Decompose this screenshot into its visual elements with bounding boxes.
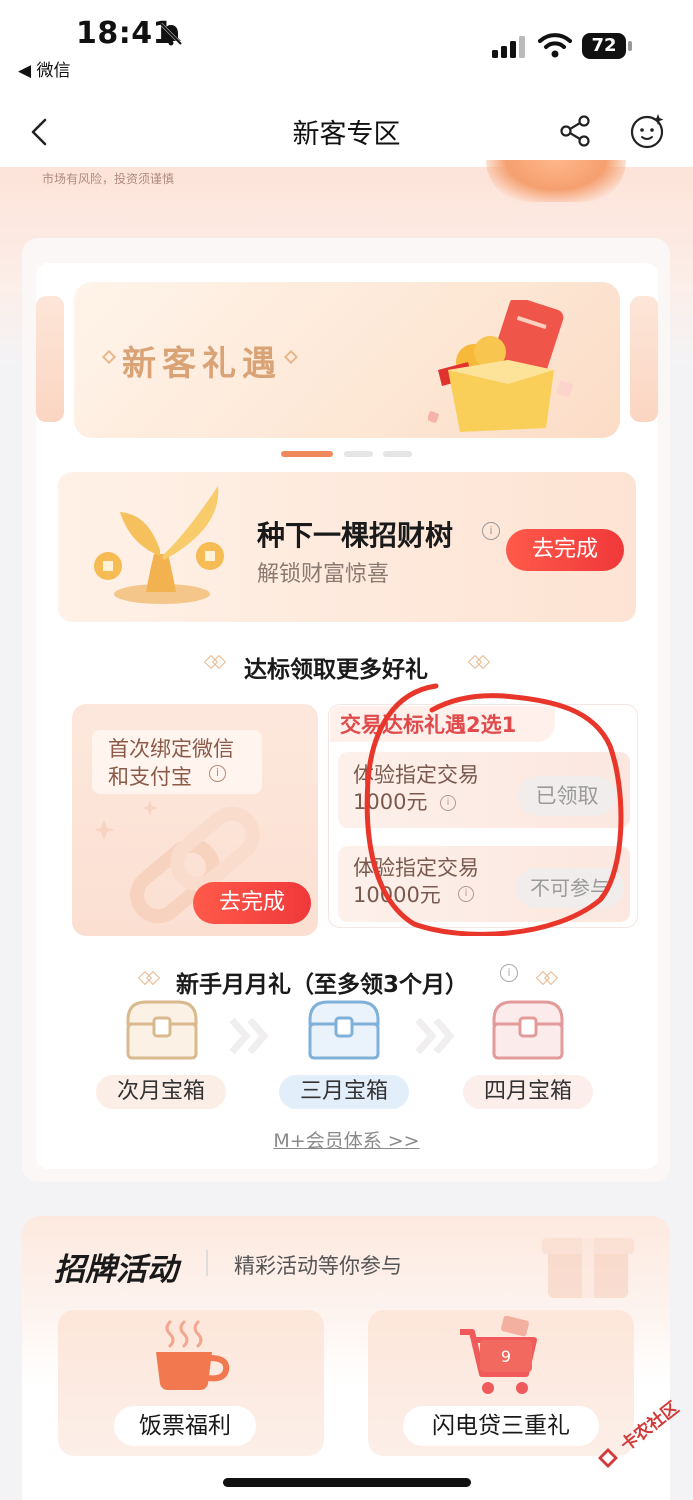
risk-notice: 市场有风险，投资须谨慎 [42,172,175,186]
activity-label-flash-loan: 闪电贷三重礼 [403,1406,599,1446]
bind-card-line1: 首次绑定微信 [108,737,234,761]
bind-card-line2: 和支付宝 [108,765,192,789]
chevron-right-icon [229,1017,269,1055]
red-circle-annotation [364,683,624,936]
info-icon[interactable]: i [500,964,518,982]
home-indicator[interactable] [223,1478,471,1487]
reward-section-title: 达标领取更多好礼 [244,657,428,683]
carousel-dot[interactable] [344,451,373,457]
money-tree-icon [94,486,224,604]
tree-task-button[interactable]: 去完成 [506,529,624,571]
chevron-right-icon [415,1017,455,1055]
membership-link[interactable]: M+会员体系 >> [0,1126,693,1153]
battery-icon: 72 [582,33,632,59]
chest-label-third-month[interactable]: 三月宝箱 [279,1075,409,1109]
info-icon[interactable]: i [209,765,226,782]
info-icon[interactable]: i [482,522,500,540]
wifi-icon [538,33,572,58]
divider [206,1250,208,1276]
gift-decoration-icon [542,1238,634,1298]
bind-card-text: 首次绑定微信 和支付宝 [108,735,268,791]
assistant-robot-icon[interactable] [628,112,666,150]
activity-label-meal-voucher: 饭票福利 [114,1406,256,1446]
shopping-cart-icon: 9 [460,1316,537,1394]
coffee-cup-icon [156,1320,230,1390]
treasure-chest-icon[interactable] [488,998,568,1062]
activities-subtitle: 精彩活动等你参与 [234,1254,402,1278]
header-decoration [486,160,626,202]
chest-label-next-month[interactable]: 次月宝箱 [96,1075,226,1109]
tree-task-title: 种下一棵招财树 [257,519,454,552]
banner-next-peek[interactable] [630,296,658,422]
tree-task-subtitle: 解锁财富惊喜 [257,562,390,587]
bind-complete-button[interactable]: 去完成 [193,882,311,924]
activities-title: 招牌活动 [54,1252,178,1288]
svg-text:9: 9 [501,1347,511,1366]
chest-label-fourth-month[interactable]: 四月宝箱 [463,1075,593,1109]
back-to-app-link[interactable]: ◀ 微信 [18,56,70,81]
cellular-signal-icon [492,36,525,58]
share-icon[interactable] [558,114,592,148]
battery-level: 72 [582,33,626,59]
monthly-section-title: 新手月月礼（至多领3个月） [176,972,469,998]
treasure-chest-icon[interactable] [304,998,384,1062]
banner-prev-peek[interactable] [36,296,64,422]
treasure-chest-icon[interactable] [122,998,202,1062]
gift-box-illustration [428,300,574,432]
carousel-dot-active[interactable] [281,451,333,457]
mute-bell-icon [159,22,183,46]
banner-title: 新客礼遇 [122,344,282,384]
carousel-dot[interactable] [383,451,412,457]
